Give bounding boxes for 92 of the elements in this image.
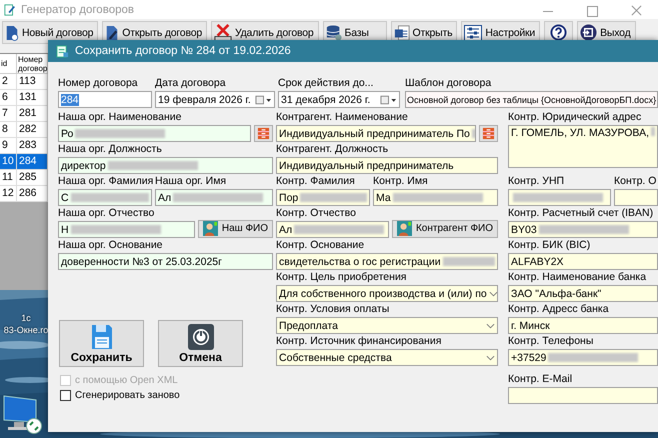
selected-row[interactable]: 10 284 [0,154,48,170]
text-field[interactable]: Индивидуальный предприниматель [276,157,498,174]
chevron-down-icon [486,354,496,360]
cross-icon [214,24,232,42]
text-field[interactable]: Н [58,221,195,238]
text-field[interactable]: BY03 [508,221,658,238]
field-label: Наша орг. Наименование [58,110,182,125]
dropdown-field[interactable]: Для собственного производства и (или) по [276,285,498,302]
field-label: Контр. Наименование банка [508,270,648,285]
document-pen-icon [105,24,120,40]
text-field[interactable]: Ал [155,189,274,206]
field-label: Срок действия до... [278,76,374,91]
table-cell: 12 [0,186,17,202]
field-label: Контр. Отчество [276,206,357,221]
date-picker[interactable]: 31 декабря 2026 г. [278,91,400,108]
field-label: Контр. Цель приобретения [276,270,408,285]
desktop-icon-label[interactable]: 83-Окне.ro [4,324,48,336]
drawer-icon [482,127,496,140]
text-field[interactable]: С [58,189,152,206]
sliders-icon [464,24,482,40]
field-label: Контр. Условия оплаты [276,302,390,317]
text-field[interactable]: Пор [276,189,370,206]
field-label: Контр. Основание [276,238,366,253]
text-field[interactable]: г. Минск [508,317,658,334]
card-file-button[interactable] [254,125,274,142]
word-document-icon [394,24,410,40]
checkbox[interactable] [60,390,71,401]
field-label: Контр. О [614,174,658,189]
template-field[interactable]: Основной договор без таблицы {ОсновнойДоговорБП.docx} [405,91,658,108]
text-field[interactable]: Ро [58,125,252,142]
text-field[interactable]: Ал [276,221,389,238]
text-field[interactable]: директор [58,157,274,174]
dropdown-field[interactable]: Собственные средства [276,349,498,366]
dialog-title: Сохранить договор № 284 от 19.02.2026 [75,45,291,57]
window-title: Генератор договоров [21,4,134,16]
text-field[interactable] [508,189,612,206]
help-icon [550,24,568,41]
text-field[interactable]: 284 [58,91,152,108]
field-label: Наша орг. Фамилия [58,174,152,189]
field-label: Контр. Адресс банка [508,302,610,317]
database-icon [326,24,342,40]
save-button[interactable]: Сохранить [59,320,144,367]
field-label: Наша орг. Основание [58,238,164,253]
person-icon [202,221,218,236]
field-label: Контр. Источник финансирования [276,334,442,349]
field-label: Наша орг. Отчество [58,206,156,221]
field-label: Наша орг. Имя [155,174,228,189]
field-label: Дата договора [155,76,227,91]
desktop-icon-label[interactable]: 1с [21,312,31,324]
chevron-down-icon [486,322,496,328]
field-label: Контр. Телефоны [508,334,594,349]
exit-icon [580,24,598,41]
text-field[interactable]: +37529 [508,349,658,366]
text-field[interactable]: свидетельства о гос регистрации [276,253,498,270]
document-icon [5,24,19,40]
person-icon [396,221,412,236]
text-field[interactable]: ЗАО "Альфа-банк" [508,285,658,302]
text-field[interactable]: доверенности №3 от 25.03.2025г [58,253,274,270]
field-label: Контр. Фамилия [276,174,356,189]
field-label: Контр. УНП [508,174,566,189]
date-picker[interactable]: 19 февраля 2026 г. [155,91,275,108]
field-label: Контр. БИК (BIC) [508,238,592,253]
checkbox-label: Сгенерировать заново [75,390,180,401]
app-icon [4,4,16,16]
text-field[interactable]: Индивидуальный предприниматель По [276,125,476,142]
text-field[interactable]: ALFABY2X [508,253,658,270]
toolbar-button[interactable]: Новый договор [2,21,98,44]
fio-button[interactable]: Контрагент ФИО [392,220,498,238]
card-file-button[interactable] [479,125,498,142]
text-field[interactable]: Ма [373,189,498,206]
field-label: Шаблон договора [405,76,492,91]
field-label: Контр. Расчетный счет (IBAN) [508,206,654,221]
document-icon [56,44,69,58]
field-label: Контр. Юридический адрес [508,110,642,125]
text-area[interactable]: Г. ГОМЕЛЬ, УЛ. МАЗУРОВА, [508,125,658,168]
field-label: Контр. Имя [373,174,429,189]
drawer-icon [257,127,270,140]
checkbox-label: с помощью Open XML [75,375,178,386]
calendar-dropdown-icon [380,94,397,104]
calendar-dropdown-icon [255,94,272,104]
power-icon [188,324,214,350]
fio-button[interactable]: Наш ФИО [198,220,274,238]
cancel-button[interactable]: Отмена [158,320,243,367]
field-label: Наша орг. Должность [58,142,163,157]
field-label: Контрагент. Наименование [276,110,409,125]
field-label: Контр. E-Mail [508,372,574,387]
text-field[interactable] [508,387,658,404]
field-label: Номер договора [58,76,139,91]
chevron-down-icon [488,290,498,296]
dropdown-field[interactable]: Предоплата [276,317,498,334]
text-field[interactable] [614,189,658,206]
field-label: Контрагент. Должность [276,142,390,157]
